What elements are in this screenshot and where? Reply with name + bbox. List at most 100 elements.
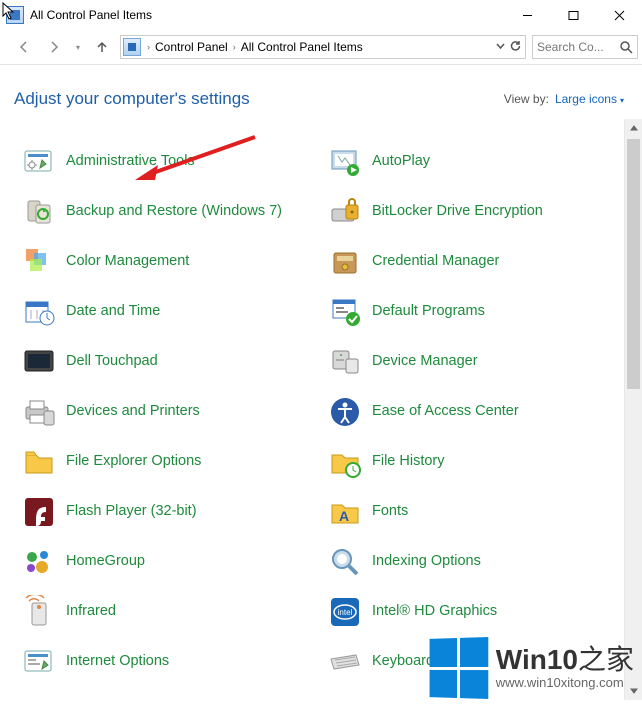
item-label: Date and Time <box>66 303 160 320</box>
flash-player-icon <box>22 495 56 529</box>
item-label: File Explorer Options <box>66 453 201 470</box>
item-devices-printers[interactable]: Devices and Printers <box>18 387 318 437</box>
view-by-value: Large icons <box>555 92 617 106</box>
item-internet-options[interactable]: Internet Options <box>18 637 318 687</box>
item-intel-graphics[interactable]: intel Intel® HD Graphics <box>324 587 624 637</box>
item-indexing-options[interactable]: Indexing Options <box>324 537 624 587</box>
search-icon <box>620 41 633 54</box>
item-label: Infrared <box>66 603 116 620</box>
item-label: HomeGroup <box>66 553 145 570</box>
svg-text:A: A <box>339 508 349 524</box>
administrative-tools-icon <box>22 145 56 179</box>
backup-restore-icon <box>22 195 56 229</box>
item-homegroup[interactable]: HomeGroup <box>18 537 318 587</box>
file-explorer-options-icon <box>22 445 56 479</box>
item-color-management[interactable]: Color Management <box>18 237 318 287</box>
item-bitlocker[interactable]: BitLocker Drive Encryption <box>324 187 624 237</box>
item-file-explorer-options[interactable]: File Explorer Options <box>18 437 318 487</box>
address-icon <box>123 38 141 56</box>
watermark-url: www.win10xitong.com <box>496 676 634 690</box>
item-credential-manager[interactable]: Credential Manager <box>324 237 624 287</box>
item-label: Internet Options <box>66 653 169 670</box>
item-autoplay[interactable]: AutoPlay <box>324 137 624 187</box>
item-label: Default Programs <box>372 303 485 320</box>
close-button[interactable] <box>596 1 642 29</box>
indexing-options-icon <box>328 545 362 579</box>
item-label: File History <box>372 453 445 470</box>
watermark-brand: Win10之家 <box>496 645 634 676</box>
item-administrative-tools[interactable]: Administrative Tools <box>18 137 318 187</box>
devices-printers-icon <box>22 395 56 429</box>
item-label: Keyboard <box>372 653 434 670</box>
file-history-icon <box>328 445 362 479</box>
refresh-button[interactable] <box>510 40 521 54</box>
page-subtitle: Adjust your computer's settings <box>14 89 250 109</box>
search-placeholder: Search Co... <box>537 40 620 54</box>
bitlocker-icon <box>328 195 362 229</box>
up-button[interactable] <box>90 35 114 59</box>
item-default-programs[interactable]: Default Programs <box>324 287 624 337</box>
item-backup-restore[interactable]: Backup and Restore (Windows 7) <box>18 187 318 237</box>
svg-text:intel: intel <box>338 608 353 617</box>
intel-graphics-icon: intel <box>328 595 362 629</box>
navigation-bar: ▾ › Control Panel › All Control Panel It… <box>0 30 642 64</box>
item-label: Color Management <box>66 253 189 270</box>
window-title: All Control Panel Items <box>30 8 152 22</box>
credential-manager-icon <box>328 245 362 279</box>
ease-of-access-icon <box>328 395 362 429</box>
search-input[interactable]: Search Co... <box>532 35 638 59</box>
address-dropdown-button[interactable] <box>495 40 506 54</box>
item-label: Fonts <box>372 503 408 520</box>
minimize-button[interactable] <box>504 1 550 29</box>
item-date-time[interactable]: Date and Time <box>18 287 318 337</box>
recent-locations-button[interactable]: ▾ <box>72 43 84 52</box>
watermark: Win10之家 www.win10xitong.com <box>428 638 634 698</box>
view-by-label: View by: <box>504 92 549 106</box>
item-label: Flash Player (32-bit) <box>66 503 197 520</box>
date-time-icon <box>22 295 56 329</box>
breadcrumb-control-panel[interactable]: Control Panel <box>152 40 231 54</box>
scrollbar-thumb[interactable] <box>627 139 640 389</box>
forward-button[interactable] <box>42 35 66 59</box>
scroll-up-button[interactable] <box>625 119 642 137</box>
maximize-button[interactable] <box>550 1 596 29</box>
item-label: Credential Manager <box>372 253 499 270</box>
homegroup-icon <box>22 545 56 579</box>
item-label: Intel® HD Graphics <box>372 603 497 620</box>
breadcrumb-sep: › <box>145 42 152 52</box>
item-label: Administrative Tools <box>66 153 195 170</box>
item-label: Indexing Options <box>372 553 481 570</box>
breadcrumb-all-items[interactable]: All Control Panel Items <box>238 40 366 54</box>
color-management-icon <box>22 245 56 279</box>
item-ease-of-access[interactable]: Ease of Access Center <box>324 387 624 437</box>
item-label: Devices and Printers <box>66 403 200 420</box>
default-programs-icon <box>328 295 362 329</box>
item-fonts[interactable]: A Fonts <box>324 487 624 537</box>
header-row: Adjust your computer's settings View by:… <box>0 65 642 119</box>
item-label: Device Manager <box>372 353 478 370</box>
back-button[interactable] <box>12 35 36 59</box>
item-flash-player[interactable]: Flash Player (32-bit) <box>18 487 318 537</box>
title-bar: All Control Panel Items <box>0 0 642 30</box>
fonts-icon: A <box>328 495 362 529</box>
item-label: AutoPlay <box>372 153 430 170</box>
address-bar[interactable]: › Control Panel › All Control Panel Item… <box>120 35 526 59</box>
item-label: Ease of Access Center <box>372 403 519 420</box>
item-file-history[interactable]: File History <box>324 437 624 487</box>
device-manager-icon <box>328 345 362 379</box>
item-label: BitLocker Drive Encryption <box>372 203 543 220</box>
vertical-scrollbar[interactable] <box>624 119 642 700</box>
internet-options-icon <box>22 645 56 679</box>
cursor-icon <box>2 2 16 20</box>
breadcrumb-sep: › <box>231 42 238 52</box>
items-grid: Administrative Tools AutoPlay Backup and… <box>0 119 624 700</box>
item-infrared[interactable]: Infrared <box>18 587 318 637</box>
window-controls <box>504 1 642 29</box>
item-dell-touchpad[interactable]: Dell Touchpad <box>18 337 318 387</box>
view-by-dropdown[interactable]: Large icons▾ <box>555 92 624 106</box>
item-device-manager[interactable]: Device Manager <box>324 337 624 387</box>
item-label: Dell Touchpad <box>66 353 158 370</box>
infrared-icon <box>22 595 56 629</box>
dell-touchpad-icon <box>22 345 56 379</box>
autoplay-icon <box>328 145 362 179</box>
